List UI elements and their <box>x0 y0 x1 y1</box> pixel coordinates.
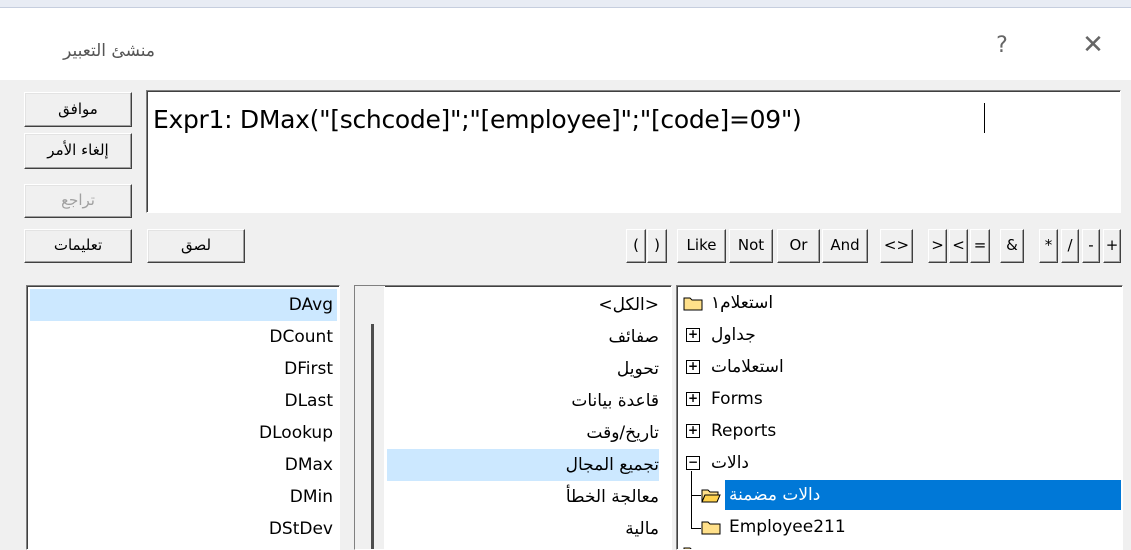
undo-button[interactable]: تراجع <box>24 184 132 218</box>
close-icon[interactable]: ✕ <box>1078 30 1108 60</box>
tree-node-queries[interactable]: + استعلامات <box>683 352 784 382</box>
function-item-dmin[interactable]: DMin <box>33 481 333 513</box>
tree-node-functions[interactable]: − دالات <box>683 448 749 478</box>
tree-connector <box>691 471 692 529</box>
category-item-all[interactable]: <الكل> <box>387 289 659 321</box>
tree-node-tables[interactable]: + جداول <box>683 320 756 350</box>
category-item-domain-aggregate[interactable]: تجميع المجال <box>387 449 659 481</box>
operator-like-button[interactable]: Like <box>677 229 726 263</box>
open-folder-icon <box>701 489 721 503</box>
ok-button[interactable]: موافق <box>24 92 132 127</box>
window-top-edge <box>0 0 1131 8</box>
operator-greater-button[interactable]: > <box>928 229 947 263</box>
expression-builder-window: منشئ التعبير ? ✕ موافق إلغاء الأمر تراجع… <box>0 0 1131 550</box>
expand-plus-icon[interactable]: + <box>686 328 700 342</box>
expression-editor[interactable]: Expr1: DMax("[schcode]";"[employee]";"[c… <box>146 90 1121 213</box>
function-item-dcount[interactable]: DCount <box>33 321 333 353</box>
help-button[interactable]: تعليمات <box>24 229 132 263</box>
folder-icon <box>683 297 703 311</box>
category-item-financial[interactable]: مالية <box>387 513 659 545</box>
scrollbar[interactable] <box>355 286 385 549</box>
tree-node-query1[interactable]: استعلام١ <box>683 288 773 318</box>
operator-or-button[interactable]: Or <box>777 229 820 263</box>
expand-plus-icon[interactable]: + <box>686 424 700 438</box>
expression-text: Expr1: DMax("[schcode]";"[employee]";"[c… <box>153 105 802 134</box>
operator-close-paren-button[interactable]: ) <box>647 229 667 263</box>
operator-equals-button[interactable]: = <box>970 229 990 263</box>
tree-node-reports[interactable]: + Reports <box>683 416 776 446</box>
operator-minus-button[interactable]: - <box>1082 229 1100 263</box>
tree-node-employee211[interactable]: Employee211 <box>701 512 846 542</box>
expand-plus-icon[interactable]: + <box>686 392 700 406</box>
operator-concat-button[interactable]: & <box>1000 229 1024 263</box>
category-item-error-handling[interactable]: معالجة الخطأ <box>387 481 659 513</box>
title-bar: منشئ التعبير ? ✕ <box>0 8 1131 80</box>
folder-icon <box>683 547 692 549</box>
operator-plus-button[interactable]: + <box>1103 229 1121 263</box>
folder-icon <box>701 521 721 535</box>
operator-not-button[interactable]: Not <box>729 229 773 263</box>
paste-button[interactable]: لصق <box>147 229 245 263</box>
function-item-davg[interactable]: DAvg <box>33 289 333 321</box>
operator-not-equal-button[interactable]: <> <box>880 229 913 263</box>
collapse-minus-icon[interactable]: − <box>686 456 700 470</box>
tree-node-forms[interactable]: + Forms <box>683 384 763 414</box>
operator-divide-button[interactable]: / <box>1061 229 1079 263</box>
tree-node-builtin-functions[interactable]: دالات مضمنة <box>701 480 1121 510</box>
help-icon[interactable]: ? <box>987 33 1017 58</box>
category-item-conversion[interactable]: تحويل <box>387 353 659 385</box>
function-item-dfirst[interactable]: DFirst <box>33 353 333 385</box>
cancel-button[interactable]: إلغاء الأمر <box>24 133 132 169</box>
function-item-dmax[interactable]: DMax <box>33 449 333 481</box>
function-item-dlast[interactable]: DLast <box>33 385 333 417</box>
window-title: منشئ التعبير <box>63 41 155 61</box>
categories-list[interactable]: <الكل> صفائف تحويل قاعدة بيانات تاريخ/وق… <box>354 285 672 550</box>
operator-multiply-button[interactable]: * <box>1039 229 1058 263</box>
category-item-database[interactable]: قاعدة بيانات <box>387 385 659 417</box>
category-item-arrays[interactable]: صفائف <box>387 321 659 353</box>
category-item-datetime[interactable]: تاريخ/وقت <box>387 417 659 449</box>
operator-less-button[interactable]: < <box>949 229 968 263</box>
operator-and-button[interactable]: And <box>822 229 868 263</box>
function-item-dlookup[interactable]: DLookup <box>33 417 333 449</box>
tree-connector <box>691 528 701 529</box>
expand-plus-icon[interactable]: + <box>686 360 700 374</box>
function-item-dstdev[interactable]: DStDev <box>33 513 333 545</box>
text-caret <box>984 103 985 133</box>
operator-open-paren-button[interactable]: ( <box>626 229 646 263</box>
elements-tree[interactable]: استعلام١ + جداول + استعلامات + Forms + R… <box>676 285 1123 550</box>
functions-list[interactable]: DAvg DCount DFirst DLast DLookup DMax DM… <box>26 285 340 550</box>
scrollbar-thumb[interactable] <box>371 324 374 549</box>
tree-connector <box>691 495 701 496</box>
